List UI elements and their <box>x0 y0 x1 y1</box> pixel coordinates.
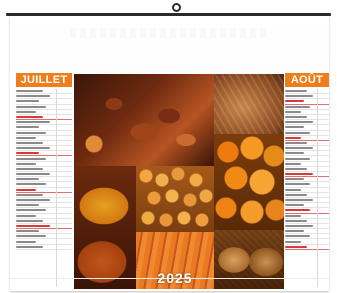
day-entry-text <box>16 224 50 227</box>
day-entry-text <box>16 219 43 222</box>
dried-fruit-dates-photo <box>74 74 214 166</box>
day-entry-text <box>16 116 43 119</box>
day-entry-text <box>285 219 307 222</box>
day-entry-text <box>285 173 313 176</box>
calendar-sheet: JUILLET AOÛT 2025 <box>10 16 329 291</box>
day-entry-text <box>285 235 310 238</box>
day-entry-text <box>285 136 302 139</box>
day-entry-text <box>285 152 305 155</box>
spice-mounds-photo <box>74 166 136 289</box>
day-entry-text <box>285 90 307 93</box>
day-entry-text <box>16 105 47 108</box>
day-entry-text <box>16 100 40 103</box>
hanging-hook-icon <box>172 3 181 12</box>
header-faint-print <box>70 28 270 38</box>
day-entry-text <box>16 110 36 113</box>
day-entry-text <box>16 193 43 196</box>
day-entry-text <box>285 230 305 233</box>
day-entry-text <box>16 209 47 212</box>
day-entry-text <box>16 126 40 129</box>
day-entry-text <box>285 224 313 227</box>
day-entry-text <box>285 214 302 217</box>
day-entry-text <box>16 121 50 124</box>
day-entry-text <box>285 240 302 243</box>
baskets-photo <box>214 230 284 289</box>
day-entry-text <box>16 183 47 186</box>
day-entry-text <box>285 121 313 124</box>
day-row <box>16 245 72 250</box>
day-entry-text <box>285 157 310 160</box>
day-entry-text <box>285 110 302 113</box>
day-entry-text <box>285 105 310 108</box>
day-entry-text <box>285 147 313 150</box>
day-entry-text <box>16 173 50 176</box>
month-header-july: JUILLET <box>16 73 72 87</box>
day-entry-text <box>285 178 305 181</box>
day-entry-text <box>16 214 36 217</box>
day-entry-text <box>285 209 310 212</box>
day-entry-text <box>16 167 43 170</box>
day-entry-text <box>16 245 43 248</box>
day-entry-text <box>16 157 47 160</box>
produce-photo-mosaic: 2025 <box>74 74 284 289</box>
day-column-rule <box>55 89 57 287</box>
day-entry-text <box>285 141 307 144</box>
apricots-photo <box>136 166 214 232</box>
day-entry-text <box>16 131 47 134</box>
day-entry-text <box>285 126 305 129</box>
day-entry-text <box>16 204 40 207</box>
day-entry-text <box>285 245 307 248</box>
bottom-divider <box>10 278 329 279</box>
day-entry-text <box>285 162 302 165</box>
day-entry-text <box>285 100 305 103</box>
july-day-list <box>16 89 72 287</box>
day-entry-text <box>16 199 50 202</box>
day-column-rule <box>317 89 319 287</box>
day-entry-text <box>16 147 50 150</box>
day-entry-text <box>16 240 36 243</box>
day-entry-text <box>285 167 307 170</box>
day-entry-text <box>285 95 313 98</box>
day-entry-text <box>285 188 302 191</box>
day-entry-text <box>16 230 40 233</box>
day-entry-text <box>16 141 43 144</box>
calendar-header-area <box>10 16 329 72</box>
day-entry-text <box>16 162 36 165</box>
day-entry-text <box>285 183 310 186</box>
oranges-photo <box>214 134 284 230</box>
month-header-august: AOÛT <box>285 73 329 87</box>
day-entry-text <box>285 131 310 134</box>
wicker-basket-photo <box>214 74 284 134</box>
day-entry-text <box>16 152 40 155</box>
day-entry-text <box>16 235 47 238</box>
day-entry-text <box>285 193 307 196</box>
day-entry-text <box>285 199 313 202</box>
day-entry-text <box>16 90 43 93</box>
day-entry-text <box>285 204 305 207</box>
day-entry-text <box>16 178 40 181</box>
day-entry-text <box>16 188 36 191</box>
day-entry-text <box>16 95 50 98</box>
day-entry-text <box>16 136 36 139</box>
august-day-list <box>285 89 329 287</box>
day-row <box>285 245 329 250</box>
day-entry-text <box>285 116 307 119</box>
